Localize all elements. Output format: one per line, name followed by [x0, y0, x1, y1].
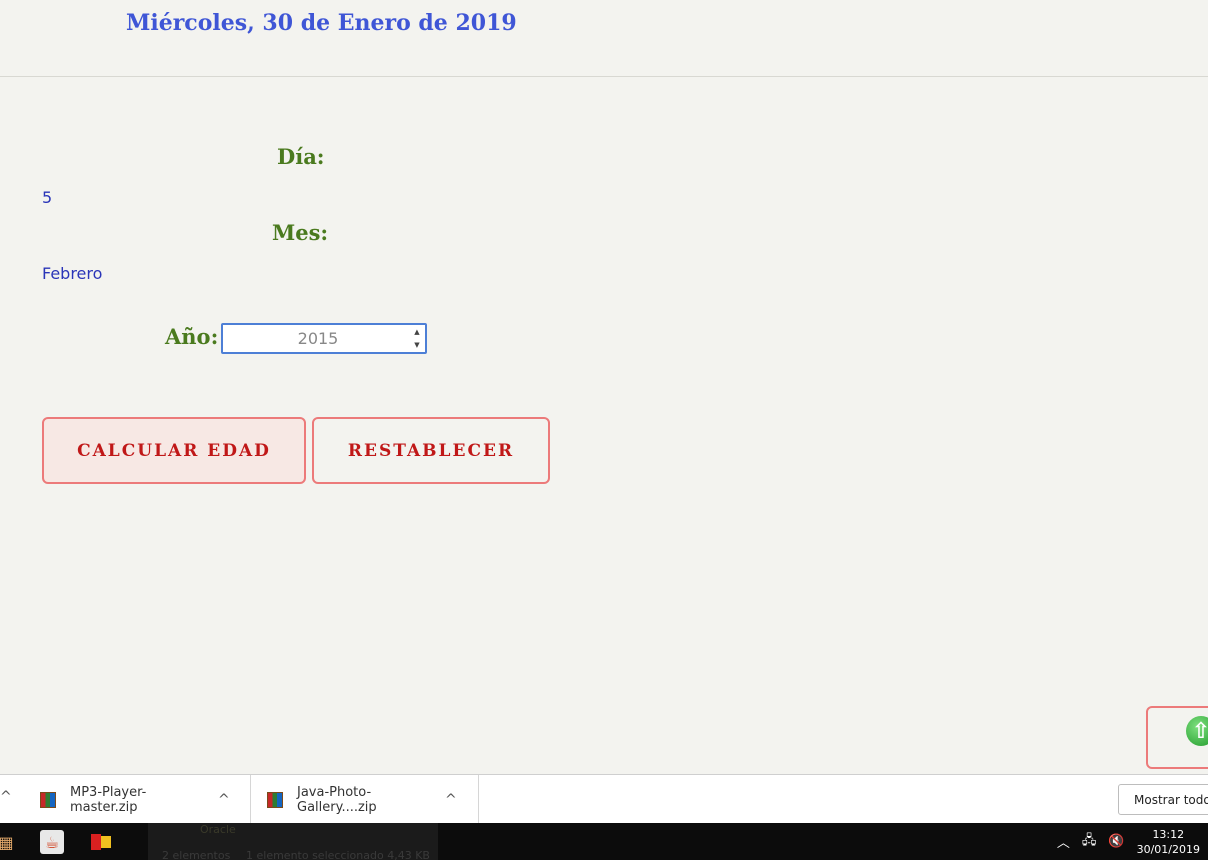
files-icon[interactable]: [89, 830, 113, 854]
download-filename: Java-Photo-Gallery....zip: [297, 784, 377, 815]
day-value: 5: [42, 188, 53, 207]
show-hidden-icons-icon[interactable]: ︿: [1057, 832, 1070, 851]
chevron-up-icon[interactable]: ^: [218, 792, 230, 808]
download-item[interactable]: MP3-Player-master.zip ^: [22, 775, 251, 824]
year-input[interactable]: [223, 325, 413, 352]
app-icon[interactable]: ▦: [0, 830, 18, 854]
reset-button[interactable]: RESTABLECER: [312, 417, 550, 484]
year-label: Año:: [165, 324, 219, 349]
arrow-up-circle-icon: ⇧: [1186, 716, 1208, 746]
chevron-up-icon[interactable]: ^: [0, 789, 12, 805]
download-filename: MP3-Player-master.zip: [70, 784, 147, 815]
explorer-window-peek: Oracle 2 elementos 1 elemento selecciona…: [148, 823, 438, 860]
taskbar: ▦ ☕ Oracle 2 elementos 1 elemento selecc…: [0, 823, 1208, 860]
zip-archive-icon: [40, 791, 56, 808]
volume-muted-icon[interactable]: 🔇: [1108, 834, 1124, 849]
calculate-age-button[interactable]: CALCULAR EDAD: [42, 417, 306, 484]
day-label: Día:: [277, 144, 325, 169]
selection-info: 1 elemento seleccionado 4,43 KB: [246, 849, 430, 860]
chevron-up-icon[interactable]: ^: [445, 792, 457, 808]
year-spinner[interactable]: ▲ ▼: [411, 327, 423, 350]
java-icon[interactable]: ☕: [40, 830, 64, 854]
download-item[interactable]: Java-Photo-Gallery....zip ^: [250, 775, 479, 824]
scroll-top-button[interactable]: ⇧: [1146, 706, 1208, 769]
page: Miércoles, 30 de Enero de 2019 Día: 5 Me…: [0, 0, 1208, 860]
clock-time: 13:12: [1152, 827, 1185, 841]
network-icon[interactable]: 🖧: [1082, 831, 1097, 853]
clock-date: 30/01/2019: [1136, 842, 1200, 856]
month-label: Mes:: [272, 220, 329, 245]
downloads-bar: ^ MP3-Player-master.zip ^ Java-Photo-Gal…: [0, 774, 1208, 824]
clock[interactable]: 13:12 30/01/2019: [1137, 827, 1200, 857]
spinner-up-icon[interactable]: ▲: [414, 327, 419, 337]
spinner-down-icon[interactable]: ▼: [414, 340, 419, 350]
year-field[interactable]: ▲ ▼: [221, 323, 427, 354]
page-header: Miércoles, 30 de Enero de 2019: [0, 0, 1208, 77]
folder-name: Oracle: [200, 823, 236, 836]
system-tray: ︿ 🖧 🔇 13:12 30/01/2019: [1057, 823, 1208, 860]
item-count: 2 elementos: [162, 849, 231, 860]
zip-archive-icon: [267, 791, 283, 808]
show-all-downloads-button[interactable]: Mostrar todo: [1118, 784, 1208, 815]
current-date: Miércoles, 30 de Enero de 2019: [126, 10, 517, 36]
month-value: Febrero: [42, 264, 103, 283]
